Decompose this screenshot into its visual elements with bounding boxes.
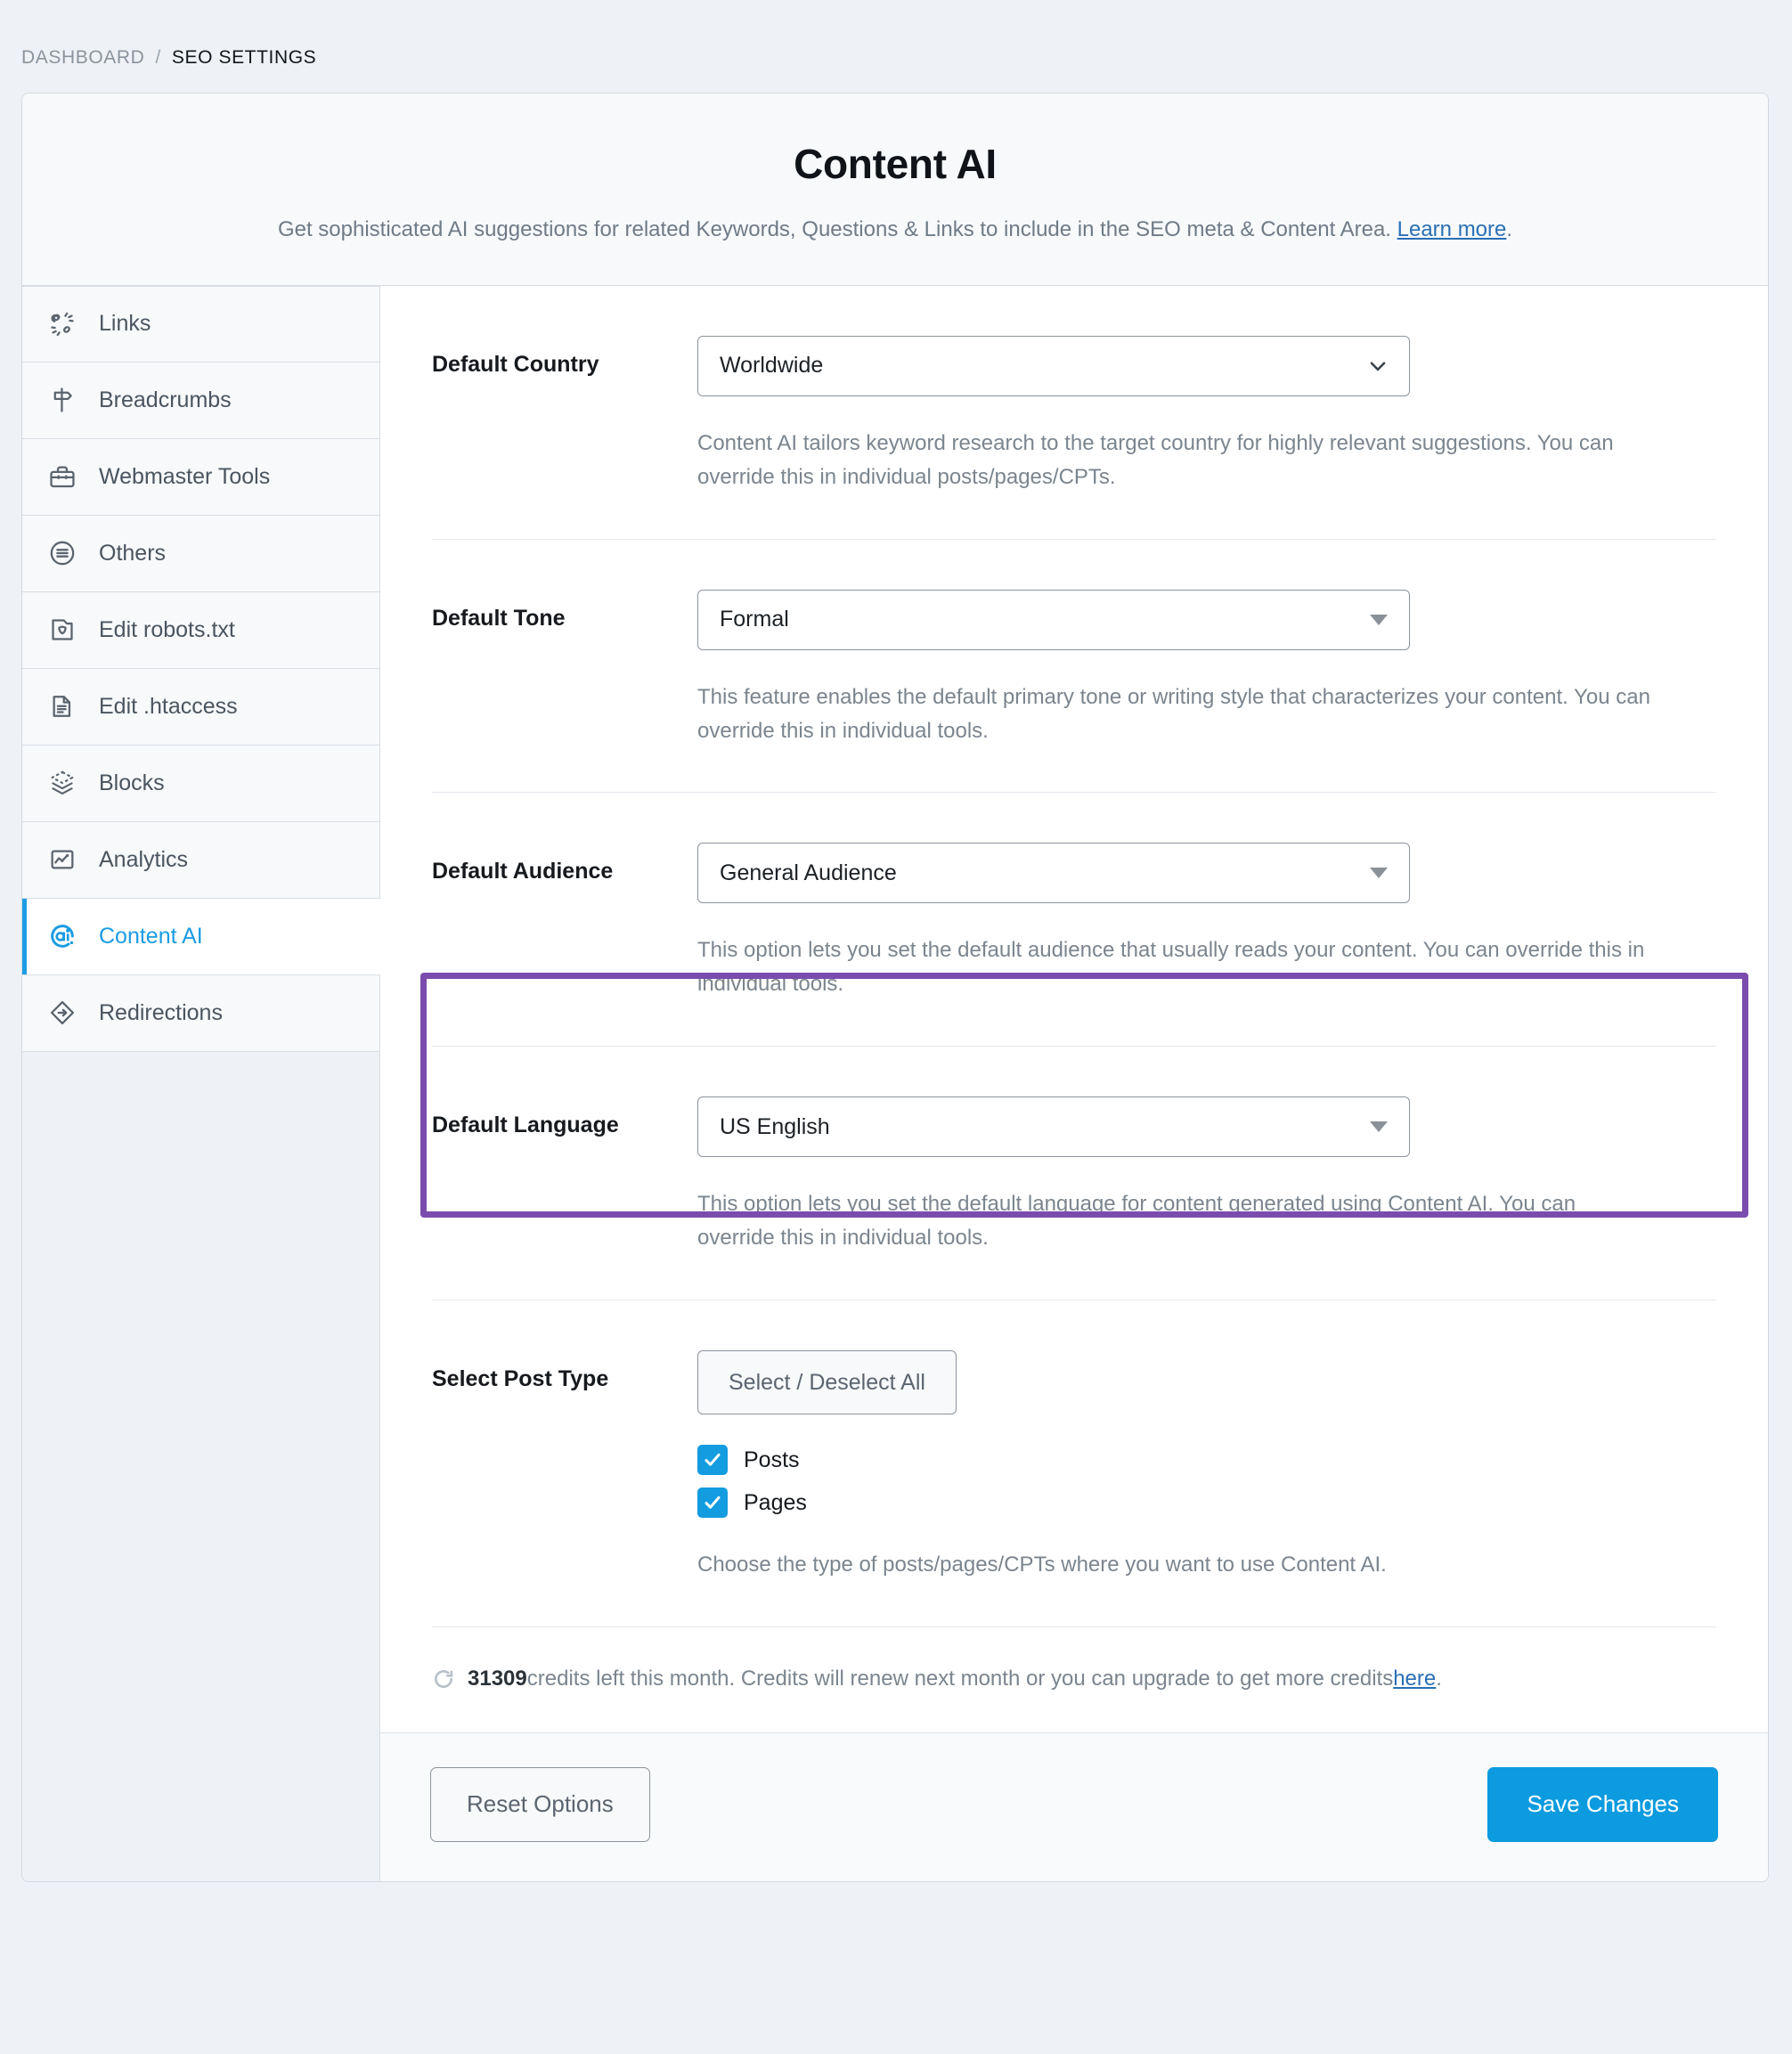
sidebar-item-edit-robots[interactable]: Edit robots.txt: [22, 591, 380, 669]
upgrade-here-link[interactable]: here: [1393, 1667, 1436, 1691]
page-description: Get sophisticated AI suggestions for rel…: [58, 215, 1732, 246]
checkbox-label: Posts: [744, 1447, 800, 1472]
layers-icon: [45, 766, 79, 800]
refresh-credits-icon: [432, 1667, 455, 1691]
sidebar-item-webmaster-tools[interactable]: Webmaster Tools: [22, 438, 380, 516]
settings-fields: Default Country Worldwide Content AI tai…: [380, 286, 1768, 1627]
triangle-down-icon: [1370, 1121, 1388, 1133]
field-select-post-type: Select Post Type Select / Deselect All P…: [432, 1300, 1716, 1627]
sidebar-item-links[interactable]: Links: [22, 285, 380, 363]
sidebar-item-analytics[interactable]: Analytics: [22, 821, 380, 899]
post-type-checkbox-posts[interactable]: Posts: [697, 1445, 1668, 1476]
credits-text: 31309 credits left this month. Credits w…: [468, 1667, 1442, 1691]
analytics-chart-icon: [45, 843, 79, 876]
post-type-checkbox-pages[interactable]: Pages: [697, 1488, 1668, 1519]
sidebar-item-breadcrumbs[interactable]: Breadcrumbs: [22, 362, 380, 439]
sidebar-item-label: Breadcrumbs: [99, 387, 232, 412]
signpost-icon: [45, 383, 79, 417]
default-audience-select[interactable]: General Audience: [697, 843, 1410, 904]
sidebar-item-others[interactable]: Others: [22, 515, 380, 592]
breadcrumb: DASHBOARD / SEO SETTINGS: [0, 0, 1792, 82]
learn-more-link[interactable]: Learn more: [1397, 217, 1507, 241]
sidebar-item-edit-htaccess[interactable]: Edit .htaccess: [22, 668, 380, 746]
sidebar-item-label: Analytics: [99, 846, 189, 872]
credits-row: 31309 credits left this month. Credits w…: [380, 1627, 1768, 1732]
redirect-arrow-icon: [45, 996, 79, 1030]
field-help-text: Choose the type of posts/pages/CPTs wher…: [697, 1553, 1387, 1577]
panel-header: Content AI Get sophisticated AI suggesti…: [22, 94, 1768, 286]
default-tone-value: Formal: [720, 607, 789, 632]
check-icon: [697, 1488, 728, 1519]
sidebar-item-label: Content AI: [99, 923, 203, 949]
sidebar-item-label: Links: [99, 311, 151, 337]
page-description-suffix: .: [1506, 217, 1513, 241]
links-icon: [45, 307, 79, 341]
credits-text-after: .: [1436, 1666, 1442, 1691]
default-tone-select[interactable]: Formal: [697, 589, 1410, 650]
field-label: Default Tone: [432, 605, 566, 631]
field-help-text: This option lets you set the default lan…: [697, 1192, 1576, 1251]
toolbox-icon: [45, 460, 79, 493]
sidebar-item-label: Edit robots.txt: [99, 616, 235, 642]
check-icon: [697, 1445, 728, 1476]
breadcrumb-separator: /: [155, 47, 161, 68]
sidebar-item-label: Others: [99, 540, 167, 566]
sidebar-item-label: Blocks: [99, 770, 165, 795]
field-help-text: This option lets you set the default aud…: [697, 938, 1645, 997]
field-default-audience: Default Audience General Audience This o…: [432, 793, 1716, 1047]
sidebar-item-label: Edit .htaccess: [99, 693, 238, 719]
field-label: Default Language: [432, 1113, 619, 1138]
default-country-value: Worldwide: [720, 353, 824, 379]
settings-panel: Content AI Get sophisticated AI suggesti…: [21, 93, 1769, 1882]
document-file-icon: [45, 689, 79, 723]
field-label: Default Audience: [432, 859, 614, 884]
page-description-text: Get sophisticated AI suggestions for rel…: [277, 217, 1397, 241]
field-default-language: Default Language US English This option …: [432, 1047, 1716, 1301]
field-label: Select Post Type: [432, 1366, 609, 1392]
triangle-down-icon: [1370, 868, 1388, 879]
sidebar-item-blocks[interactable]: Blocks: [22, 745, 380, 822]
breadcrumb-dashboard-link[interactable]: DASHBOARD: [21, 47, 144, 69]
field-default-country: Default Country Worldwide Content AI tai…: [432, 286, 1716, 540]
reset-options-button[interactable]: Reset Options: [430, 1766, 650, 1842]
default-country-select[interactable]: Worldwide: [697, 335, 1410, 396]
chevron-down-icon: [1366, 355, 1389, 378]
credits-amount: 31309: [468, 1666, 527, 1691]
content-ai-icon: [45, 919, 79, 953]
settings-sidebar: Links Breadcrumbs Webmaster Tools Others…: [22, 285, 380, 1881]
list-circle-icon: [45, 536, 79, 570]
robots-file-icon: [45, 613, 79, 647]
field-default-tone: Default Tone Formal This feature enables…: [432, 540, 1716, 794]
sidebar-item-content-ai[interactable]: Content AI: [22, 898, 380, 975]
breadcrumb-current: SEO SETTINGS: [171, 47, 317, 68]
default-audience-value: General Audience: [720, 860, 897, 885]
sidebar-item-redirections[interactable]: Redirections: [22, 974, 380, 1052]
triangle-down-icon: [1370, 614, 1388, 625]
settings-main: Default Country Worldwide Content AI tai…: [380, 285, 1768, 1881]
credits-text-before: credits left this month. Credits will re…: [526, 1666, 1394, 1691]
default-language-select[interactable]: US English: [697, 1096, 1410, 1158]
sidebar-item-label: Webmaster Tools: [99, 463, 271, 489]
page-title: Content AI: [794, 141, 997, 187]
select-deselect-all-button[interactable]: Select / Deselect All: [697, 1350, 957, 1415]
sidebar-item-label: Redirections: [99, 999, 223, 1025]
post-type-checkbox-group: Posts Pages: [697, 1445, 1668, 1519]
field-help-text: Content AI tailors keyword research to t…: [697, 430, 1614, 489]
save-changes-button[interactable]: Save Changes: [1487, 1766, 1718, 1842]
checkbox-label: Pages: [744, 1489, 807, 1515]
default-language-value: US English: [720, 1113, 830, 1139]
field-label: Default Country: [432, 351, 599, 377]
panel-body: Links Breadcrumbs Webmaster Tools Others…: [22, 285, 1768, 1881]
field-help-text: This feature enables the default primary…: [697, 684, 1650, 743]
settings-footer: Reset Options Save Changes: [380, 1732, 1768, 1881]
